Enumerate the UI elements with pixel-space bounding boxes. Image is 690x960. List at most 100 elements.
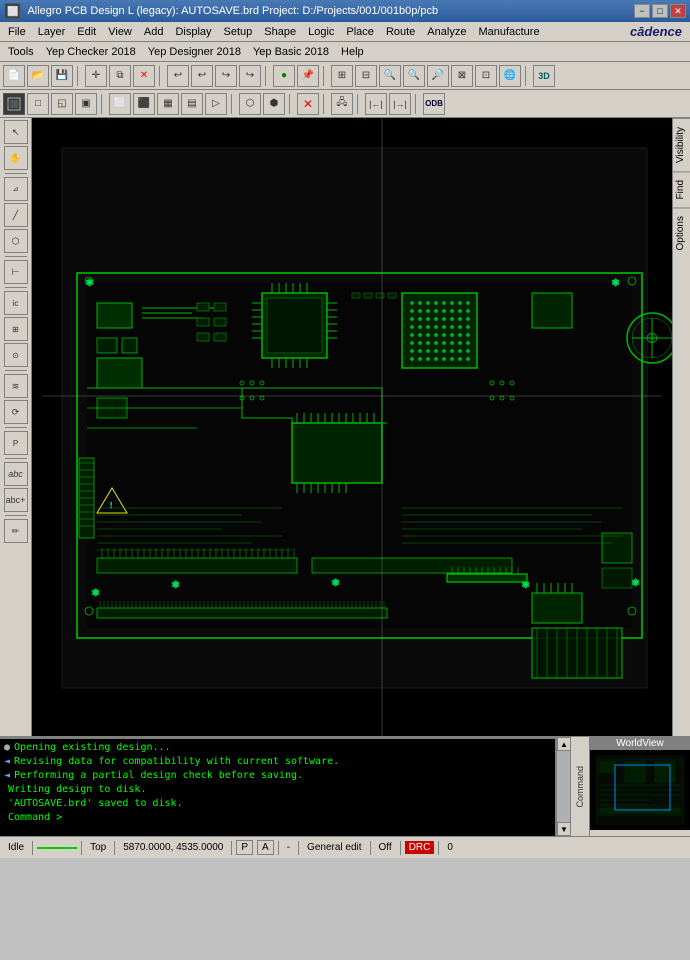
tb2-btn10[interactable]: ⬡ bbox=[239, 93, 261, 115]
menu-yep-checker[interactable]: Yep Checker 2018 bbox=[40, 44, 142, 60]
menu-help[interactable]: Help bbox=[335, 44, 370, 60]
sep8 bbox=[289, 94, 293, 114]
menu-place[interactable]: Place bbox=[340, 24, 380, 40]
lt-via[interactable]: ⊙ bbox=[4, 343, 28, 367]
copy-btn[interactable]: ⧉ bbox=[109, 65, 131, 87]
layer-indicator: Top bbox=[86, 842, 110, 853]
redo2-btn[interactable]: ↪ bbox=[239, 65, 261, 87]
scroll-down-button[interactable]: ▼ bbox=[557, 822, 571, 836]
save-btn[interactable]: 💾 bbox=[51, 65, 73, 87]
minimize-button[interactable]: − bbox=[634, 4, 650, 18]
tb2-btn14[interactable]: |←| bbox=[365, 93, 387, 115]
tb2-btn15[interactable]: |→| bbox=[389, 93, 411, 115]
open-btn[interactable]: 📂 bbox=[27, 65, 49, 87]
pa-button[interactable]: P bbox=[236, 840, 253, 855]
menu-analyze[interactable]: Analyze bbox=[421, 24, 472, 40]
console-line-4: Writing design to disk. bbox=[4, 783, 551, 797]
dash-indicator: - bbox=[283, 842, 294, 853]
menu-file[interactable]: File bbox=[2, 24, 32, 40]
zoom-out-btn[interactable]: 🔎 bbox=[427, 65, 449, 87]
canvas-area[interactable]: ✽ ✽ ✽ ✽ ✽ ✽ ✽ ! bbox=[32, 118, 672, 736]
window-controls: − □ ✕ bbox=[634, 4, 686, 18]
menu-yep-designer[interactable]: Yep Designer 2018 bbox=[142, 44, 247, 60]
console-msg-1: Opening existing design... bbox=[14, 741, 171, 755]
options-tab[interactable]: Options bbox=[673, 207, 690, 258]
menu-setup[interactable]: Setup bbox=[218, 24, 259, 40]
tb2-btn13[interactable]: 🖧 bbox=[331, 93, 353, 115]
tb2-btn9[interactable]: ▷ bbox=[205, 93, 227, 115]
new-btn[interactable]: 📄 bbox=[3, 65, 25, 87]
a-button[interactable]: A bbox=[257, 840, 274, 855]
zoom-prev-btn[interactable]: ⊡ bbox=[475, 65, 497, 87]
zoom-fit-btn[interactable]: ⊠ bbox=[451, 65, 473, 87]
find-tab[interactable]: Find bbox=[673, 171, 690, 207]
status-sep-1 bbox=[32, 841, 33, 855]
coordinates: 5870.0000, 4535.0000 bbox=[119, 842, 227, 853]
tb2-btn1[interactable] bbox=[3, 93, 25, 115]
tb2-odb-btn[interactable]: ODB bbox=[423, 93, 445, 115]
lt-rat[interactable]: ≋ bbox=[4, 374, 28, 398]
tb2-btn2[interactable]: □ bbox=[27, 93, 49, 115]
scroll-up-button[interactable]: ▲ bbox=[557, 737, 571, 751]
move-btn[interactable]: ✛ bbox=[85, 65, 107, 87]
lt-place[interactable]: ic bbox=[4, 291, 28, 315]
lt-connect[interactable]: ⟳ bbox=[4, 400, 28, 424]
lt-pan[interactable]: ✋ bbox=[4, 146, 28, 170]
menu-view[interactable]: View bbox=[102, 24, 138, 40]
redo-btn[interactable]: ↪ bbox=[215, 65, 237, 87]
menu-layer[interactable]: Layer bbox=[32, 24, 72, 40]
lt-text[interactable]: abc bbox=[4, 462, 28, 486]
menu-manufacture[interactable]: Manufacture bbox=[472, 24, 545, 40]
tb2-btn3[interactable]: ◱ bbox=[51, 93, 73, 115]
menu-logic[interactable]: Logic bbox=[302, 24, 340, 40]
close-button[interactable]: ✕ bbox=[670, 4, 686, 18]
lt-add-shape[interactable]: ⬡ bbox=[4, 229, 28, 253]
undo-btn[interactable]: ↩ bbox=[167, 65, 189, 87]
sep9 bbox=[323, 94, 327, 114]
lt-add-text[interactable]: abc+ bbox=[4, 488, 28, 512]
menu-route[interactable]: Route bbox=[380, 24, 421, 40]
window-title: Allegro PCB Design L (legacy): AUTOSAVE.… bbox=[27, 5, 438, 17]
lt-add-line[interactable]: ╱ bbox=[4, 203, 28, 227]
menu-add[interactable]: Add bbox=[138, 24, 170, 40]
tb2-btn4[interactable]: ▣ bbox=[75, 93, 97, 115]
lt-select[interactable]: ↖ bbox=[4, 120, 28, 144]
sep1 bbox=[77, 66, 81, 86]
zoom-world-btn[interactable]: 🌐 bbox=[499, 65, 521, 87]
tb2-btn8[interactable]: ▤ bbox=[181, 93, 203, 115]
menu-shape[interactable]: Shape bbox=[258, 24, 302, 40]
bullet-icon-1: ● bbox=[4, 741, 10, 755]
tb2-btn12[interactable]: ✕ bbox=[297, 93, 319, 115]
tb2-btn7[interactable]: ▦ bbox=[157, 93, 179, 115]
lt-property[interactable]: P bbox=[4, 431, 28, 455]
menu-display[interactable]: Display bbox=[169, 24, 217, 40]
tb2-btn5[interactable]: ⬜ bbox=[109, 93, 131, 115]
console-side-label: Command bbox=[575, 766, 585, 808]
zoom-in2-btn[interactable]: 🔍 bbox=[403, 65, 425, 87]
maximize-button[interactable]: □ bbox=[652, 4, 668, 18]
scroll-track bbox=[557, 751, 570, 822]
menu-edit[interactable]: Edit bbox=[71, 24, 102, 40]
lt-pen[interactable]: ✏ bbox=[4, 519, 28, 543]
title-bar: 🔲 Allegro PCB Design L (legacy): AUTOSAV… bbox=[0, 0, 690, 22]
menu-yep-basic[interactable]: Yep Basic 2018 bbox=[247, 44, 335, 60]
lt-route[interactable]: ⊿ bbox=[4, 177, 28, 201]
zoom-in-btn[interactable]: 🔍 bbox=[379, 65, 401, 87]
visibility-tab[interactable]: Visibility bbox=[673, 118, 690, 171]
tb2-btn6[interactable]: ⬛ bbox=[133, 93, 155, 115]
svg-text:✽: ✽ bbox=[332, 575, 340, 589]
zoom-btn2[interactable]: ⊟ bbox=[355, 65, 377, 87]
pin-btn[interactable]: 📌 bbox=[297, 65, 319, 87]
arrow-icon-2: ◄ bbox=[4, 755, 10, 769]
lt-component[interactable]: ⊞ bbox=[4, 317, 28, 341]
connect-btn[interactable]: ● bbox=[273, 65, 295, 87]
3d-btn[interactable]: 3D bbox=[533, 65, 555, 87]
menu-tools[interactable]: Tools bbox=[2, 44, 40, 60]
console-area: ● Opening existing design... ◄ Revising … bbox=[0, 736, 690, 836]
delete-btn[interactable]: ✕ bbox=[133, 65, 155, 87]
tb2-btn11[interactable]: ⬢ bbox=[263, 93, 285, 115]
lt-measure[interactable]: ⊢ bbox=[4, 260, 28, 284]
zoom-area-btn[interactable]: ⊞ bbox=[331, 65, 353, 87]
undo2-btn[interactable]: ↩ bbox=[191, 65, 213, 87]
console-text: ● Opening existing design... ◄ Revising … bbox=[0, 739, 555, 827]
